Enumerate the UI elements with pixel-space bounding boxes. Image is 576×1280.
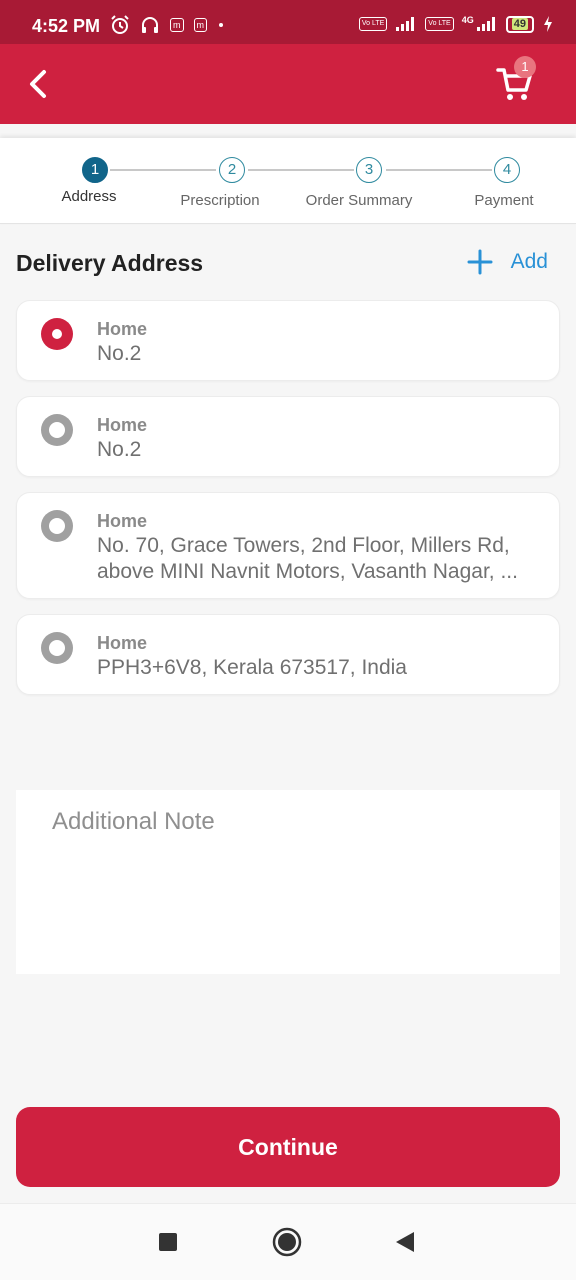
step-connector: [110, 169, 216, 171]
signal-icon: [396, 17, 415, 31]
address-text: PPH3+6V8, Kerala 673517, India: [97, 656, 407, 679]
address-radio[interactable]: [41, 632, 73, 664]
address-text-line2: above MINI Navnit Motors, Vasanth Nagar,…: [97, 560, 518, 583]
additional-note-box: [16, 790, 560, 974]
add-address-label: Add: [510, 250, 548, 273]
step-3-indicator[interactable]: 3: [356, 157, 382, 183]
plus-icon: [467, 249, 493, 275]
triangle-back-icon: [396, 1232, 414, 1252]
charging-icon: [544, 16, 552, 32]
address-label: Home: [97, 319, 148, 339]
address-text: No.2: [97, 438, 142, 461]
signal-icon: [476, 17, 495, 31]
back-button[interactable]: [22, 64, 56, 104]
address-card[interactable]: Home No.2: [16, 300, 560, 381]
alarm-icon: [111, 15, 129, 34]
step-2-label: Prescription: [180, 192, 260, 209]
step-connector: [248, 169, 354, 171]
battery-icon: 49: [505, 15, 534, 33]
volte-icon: Vo LTE: [358, 17, 388, 31]
status-bar: 4:52 PM m m Vo LTE Vo LTE 4G 49: [0, 0, 576, 44]
home-button[interactable]: [272, 1227, 302, 1262]
network-type-label: 4G: [461, 15, 474, 25]
recents-button[interactable]: [158, 1232, 178, 1257]
m-app-icon: m: [170, 18, 184, 32]
delivery-address-title: Delivery Address: [16, 250, 204, 276]
battery-level: 49: [511, 17, 528, 30]
circle-icon: [272, 1227, 302, 1257]
address-text: No.2: [97, 342, 142, 365]
app-bar: 1: [0, 44, 576, 124]
address-card[interactable]: Home No. 70, Grace Towers, 2nd Floor, Mi…: [16, 492, 560, 599]
system-nav-bar: [0, 1203, 576, 1280]
dot-icon: [219, 23, 223, 27]
address-label: Home: [97, 633, 148, 653]
m-app-icon: m: [193, 18, 207, 32]
checkout-stepper: 1 2 3 4 Address Prescription Order Summa…: [0, 138, 576, 224]
address-radio-selected[interactable]: [41, 318, 73, 350]
address-radio[interactable]: [41, 510, 73, 542]
address-label: Home: [97, 511, 148, 531]
step-2-indicator[interactable]: 2: [219, 157, 245, 183]
back-nav-button[interactable]: [394, 1230, 416, 1259]
chevron-left-icon: [30, 70, 46, 98]
address-card[interactable]: Home No.2: [16, 396, 560, 477]
step-connector: [386, 169, 492, 171]
address-text-line1: No. 70, Grace Towers, 2nd Floor, Millers…: [97, 534, 510, 557]
volte-icon: Vo LTE: [425, 17, 454, 31]
continue-button[interactable]: Continue: [16, 1107, 560, 1187]
address-label: Home: [97, 415, 148, 435]
add-address-button[interactable]: Add: [467, 249, 548, 275]
address-radio[interactable]: [41, 414, 73, 446]
additional-note-input[interactable]: [16, 790, 560, 974]
step-3-label: Order Summary: [305, 192, 413, 209]
step-4-label: Payment: [474, 192, 534, 209]
step-4-indicator[interactable]: 4: [494, 157, 520, 183]
cart-count-badge: 1: [514, 56, 536, 78]
headset-icon: [142, 17, 158, 33]
step-1-label: Address: [61, 188, 117, 205]
square-icon: [159, 1233, 177, 1251]
status-icons-right: Vo LTE Vo LTE 4G 49: [358, 15, 554, 33]
address-card[interactable]: Home PPH3+6V8, Kerala 673517, India: [16, 614, 560, 695]
status-icons-left: m m: [110, 15, 225, 35]
step-1-indicator[interactable]: 1: [82, 157, 108, 183]
status-time: 4:52 PM: [32, 16, 101, 36]
